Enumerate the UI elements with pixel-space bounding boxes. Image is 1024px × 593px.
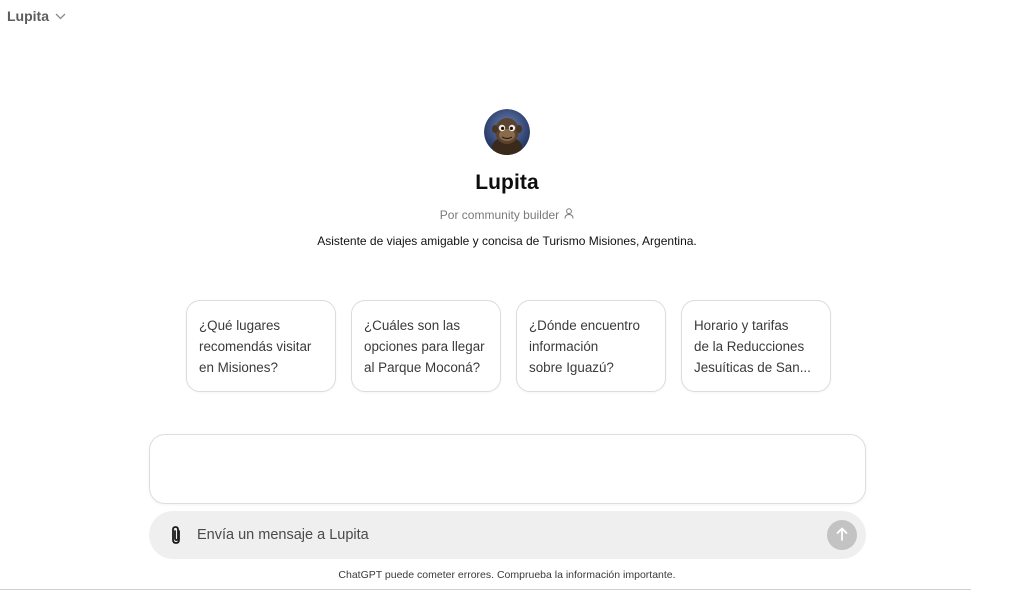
starter-line: Horario y tarifas (694, 318, 789, 333)
gpt-name: Lupita (475, 171, 539, 194)
starter-card[interactable]: ¿Cuáles son las opciones para llegar al … (351, 300, 501, 392)
starter-line: ¿Cuáles son las (364, 318, 461, 333)
empty-text-box[interactable] (149, 434, 866, 504)
conversation-starters: ¿Qué lugares recomendás visitar en Misio… (186, 300, 831, 392)
starter-card[interactable]: ¿Dónde encuentro información sobre Iguaz… (516, 300, 666, 392)
paperclip-icon[interactable] (165, 524, 187, 546)
model-selector[interactable]: Lupita (7, 8, 66, 24)
send-button[interactable] (827, 520, 857, 550)
starter-line: Jesuíticas de San... (694, 360, 811, 375)
gpt-hero: Lupita Por community builder Asistente d… (0, 109, 1014, 248)
author-label: Por community builder (439, 208, 560, 222)
person-icon (564, 208, 574, 222)
starter-card[interactable]: ¿Qué lugares recomendás visitar en Misio… (186, 300, 336, 392)
chevron-down-icon (55, 13, 66, 20)
disclaimer: ChatGPT puede cometer errores. Comprueba… (338, 569, 676, 581)
starter-line: recomendás visitar (199, 339, 312, 354)
starter-line: información (529, 339, 599, 354)
starter-line: en Misiones? (199, 360, 278, 375)
chat-page: Lupita Lupita Por community builder Asis… (0, 0, 1024, 593)
message-composer (149, 511, 866, 559)
starter-line: ¿Dónde encuentro (529, 318, 640, 333)
divider (0, 589, 971, 590)
model-name: Lupita (7, 8, 49, 24)
arrow-up-icon (836, 527, 848, 544)
starter-line: ¿Qué lugares (199, 318, 281, 333)
starter-line: al Parque Moconá? (364, 360, 481, 375)
starter-line: sobre Iguazú? (529, 360, 614, 375)
gpt-author[interactable]: Por community builder (440, 208, 574, 222)
gpt-avatar (484, 109, 530, 155)
gpt-description: Asistente de viajes amigable y concisa d… (317, 234, 697, 248)
message-input[interactable] (197, 527, 827, 543)
starter-line: opciones para llegar (364, 339, 485, 354)
starter-card[interactable]: Horario y tarifas de la Reducciones Jesu… (681, 300, 831, 392)
starter-line: de la Reducciones (694, 339, 805, 354)
